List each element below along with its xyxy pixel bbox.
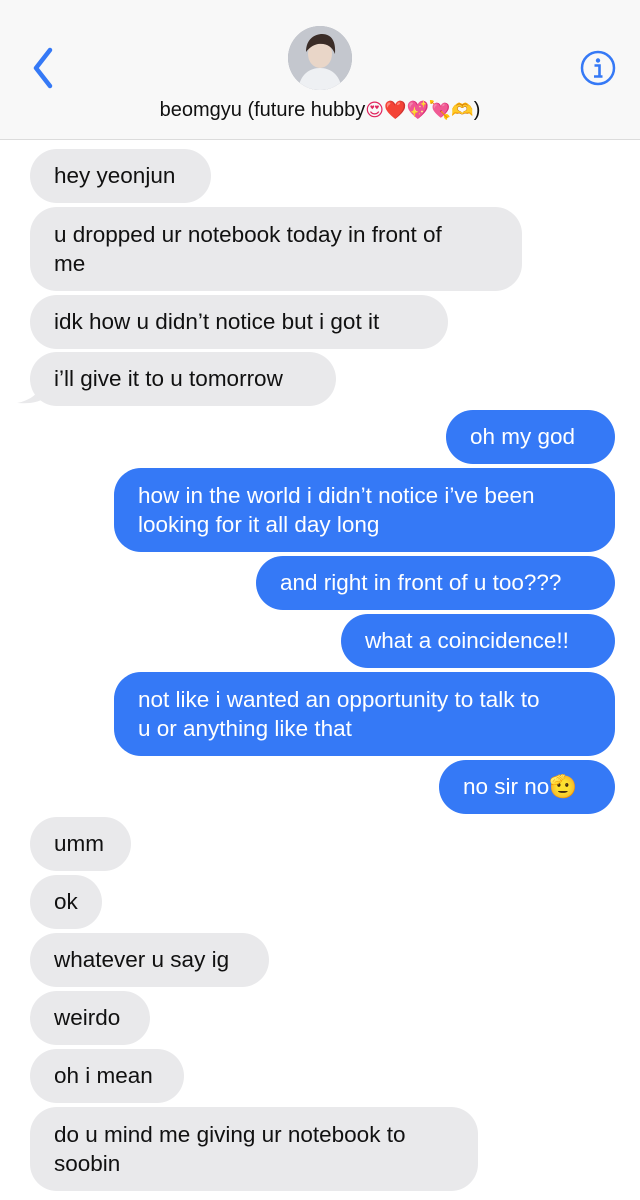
info-icon[interactable] [580, 50, 616, 86]
message-text: oh i mean [54, 1063, 153, 1088]
message-text: idk how u didn’t notice but i got it [54, 309, 380, 334]
message-text: and right in front of u too??? [280, 570, 562, 595]
incoming-message[interactable]: do u mind me giving ur notebook to soobin [30, 1107, 478, 1191]
message-line: soobin [54, 1151, 121, 1176]
incoming-message[interactable]: ok [30, 875, 102, 929]
message-text: hey yeonjun [54, 163, 176, 188]
message-line: not like i wanted an opportunity to talk… [138, 687, 540, 712]
incoming-message[interactable]: u dropped ur notebook today in front of m… [30, 207, 522, 291]
incoming-message[interactable]: i’ll give it to u tomorrow [30, 352, 336, 406]
incoming-message[interactable]: oh i mean [30, 1049, 184, 1103]
outgoing-message[interactable]: how in the world i didn’t notice i’ve be… [114, 468, 615, 552]
contact-name-suffix: ) [473, 99, 481, 121]
message-text: no sir no🫡 [463, 774, 578, 799]
conversation-header: beomgyu (future hubby😍❤️💖💘🫶) [0, 0, 640, 140]
message-line: how in the world i didn’t notice i’ve be… [138, 483, 535, 508]
message-text: what a coincidence!! [365, 628, 569, 653]
message-line: u or anything like that [138, 716, 352, 741]
contact-avatar[interactable] [288, 26, 352, 90]
contact-name[interactable]: beomgyu (future hubby😍❤️💖💘🫶) [0, 99, 640, 122]
avatar-portrait-icon [288, 26, 352, 90]
message-line: u dropped ur notebook today in front of [54, 222, 442, 247]
message-text: weirdo [54, 1005, 121, 1030]
outgoing-message[interactable]: what a coincidence!! [341, 614, 615, 668]
message-text: i’ll give it to u tomorrow [54, 366, 283, 391]
message-text: whatever u say ig [54, 947, 230, 972]
message-text: ok [54, 889, 78, 914]
contact-name-emojis: 😍❤️💖💘🫶 [365, 100, 474, 121]
message-text: umm [54, 831, 104, 856]
incoming-message[interactable]: hey yeonjun [30, 149, 211, 203]
message-line: do u mind me giving ur notebook to [54, 1122, 406, 1147]
outgoing-message[interactable]: no sir no🫡 [439, 760, 615, 814]
outgoing-message[interactable]: oh my god [446, 410, 615, 464]
contact-name-text: beomgyu (future hubby [159, 99, 366, 121]
back-chevron-icon[interactable] [28, 44, 58, 92]
message-text: oh my god [470, 424, 576, 449]
message-line: looking for it all day long [138, 512, 380, 537]
outgoing-message[interactable]: and right in front of u too??? [256, 556, 615, 610]
message-line: me [54, 251, 86, 276]
message-thread[interactable]: hey yeonjun u dropped ur notebook today … [0, 140, 640, 1200]
incoming-message[interactable]: umm [30, 817, 131, 871]
outgoing-message[interactable]: not like i wanted an opportunity to talk… [114, 672, 615, 756]
incoming-message[interactable]: idk how u didn’t notice but i got it [30, 295, 448, 349]
incoming-message[interactable]: weirdo [30, 991, 150, 1045]
incoming-message[interactable]: whatever u say ig [30, 933, 269, 987]
